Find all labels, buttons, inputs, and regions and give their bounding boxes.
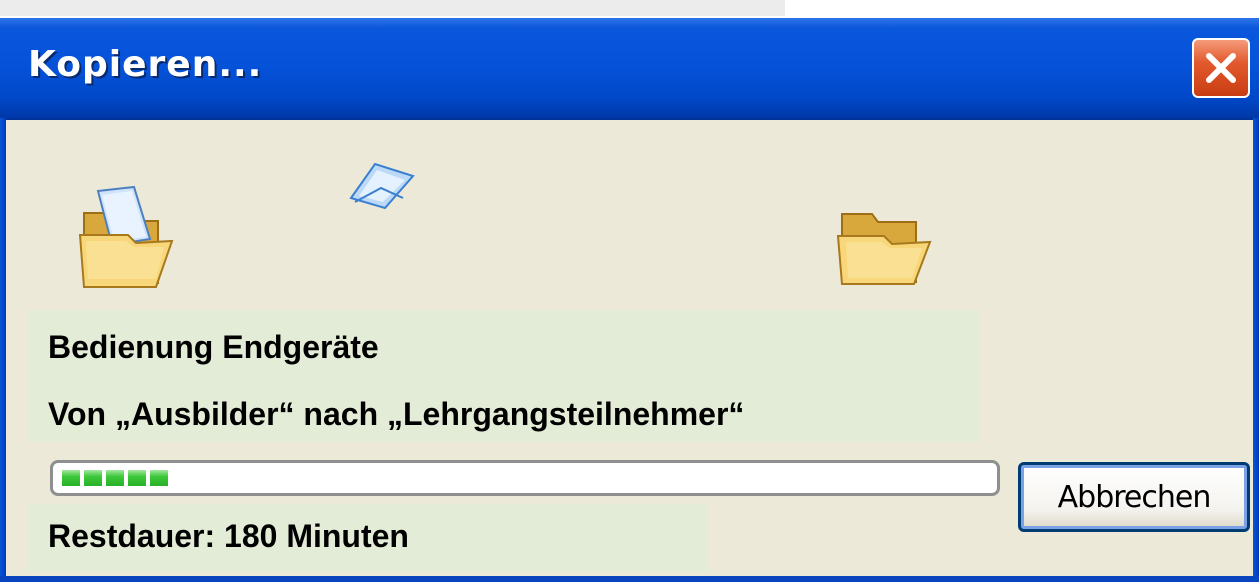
close-icon [1206,53,1236,83]
window-title: Kopieren... [28,44,263,85]
flying-document-icon [349,162,415,210]
progress-block [106,470,124,486]
copy-dialog: Kopieren... Bedienung Endgeräte Von „Aus… [0,18,1259,582]
progress-fill [62,470,168,486]
progress-block [84,470,102,486]
close-button[interactable] [1192,38,1250,98]
window-frame-right [1253,118,1259,582]
progress-block [150,470,168,486]
cancel-button[interactable]: Abbrechen [1018,462,1250,532]
progress-block [62,470,80,486]
window-frame-left [0,118,6,582]
copy-route: Von „Ausbilder“ nach „Lehrgangsteilnehme… [48,396,745,432]
open-folder-icon [836,213,932,285]
title-bar[interactable]: Kopieren... [0,18,1259,120]
window-frame-bottom [0,576,1259,582]
progress-block [128,470,146,486]
open-folder-with-document-icon [78,185,174,288]
file-name: Bedienung Endgeräte [48,329,379,365]
progress-bar [50,460,1000,496]
top-strip [0,0,785,16]
remaining-time: Restdauer: 180 Minuten [48,518,409,554]
